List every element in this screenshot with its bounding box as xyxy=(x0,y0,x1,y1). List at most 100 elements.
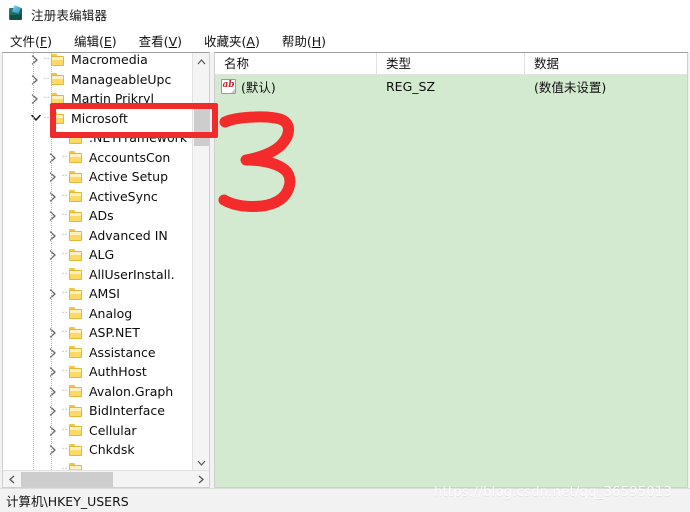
chevron-right-icon[interactable] xyxy=(45,323,61,343)
value-type-cell: REG_SZ xyxy=(386,78,436,94)
tree-vertical-scroll-thumb[interactable] xyxy=(194,108,209,146)
menu-item-help[interactable]: 帮助(H) xyxy=(281,30,327,51)
tree-item-microsoft[interactable]: ·· Microsoft xyxy=(3,109,193,129)
chevron-down-icon[interactable] xyxy=(27,109,43,129)
tree-item-activesync[interactable]: ·· ActiveSync xyxy=(3,187,193,207)
chevron-right-icon[interactable] xyxy=(45,284,61,304)
tree-scroll-right-button[interactable] xyxy=(192,471,209,487)
tree-item-analog[interactable]: ·· Analog xyxy=(3,304,193,324)
tree-scroll-left-button[interactable] xyxy=(3,471,20,487)
folder-icon xyxy=(50,53,66,67)
chevron-right-icon[interactable] xyxy=(45,401,61,421)
tree-connector-dash: ·· xyxy=(61,346,68,358)
folder-icon xyxy=(68,345,84,359)
menu-item-view-label: 查看( xyxy=(138,33,169,49)
tree-item-label: AuthHost xyxy=(89,364,147,379)
chevron-right-icon[interactable] xyxy=(27,89,43,109)
tree-item-alg[interactable]: ·· ALG xyxy=(3,245,193,265)
tree-item-manageableupc[interactable]: ·· ManageableUpc xyxy=(3,70,193,90)
menu-item-favorites[interactable]: 收藏夹(A) xyxy=(203,30,261,51)
menu-item-edit[interactable]: 编辑(E) xyxy=(73,30,118,51)
status-bar-path: 计算机\HKEY_USERS xyxy=(6,494,129,509)
registry-editor-window: 注册表编辑器 文件(F) 编辑(E) 查看(V) 收藏夹(A) 帮助(H) ··… xyxy=(0,0,690,512)
string-value-icon: ab xyxy=(221,78,236,94)
folder-icon xyxy=(68,248,84,262)
registry-tree-pane[interactable]: ·· Macromedia ·· ManageableUpc ·· Martin Prik… xyxy=(2,52,210,488)
chevron-right-icon[interactable] xyxy=(45,343,61,363)
menu-item-file-label: 文件( xyxy=(10,33,40,49)
tree-item-asp-net[interactable]: ·· ASP.NET xyxy=(3,323,193,343)
folder-icon xyxy=(68,228,84,242)
chevron-right-icon[interactable] xyxy=(45,421,61,441)
tree-item-label: ActiveSync xyxy=(89,188,158,204)
chevron-right-icon[interactable] xyxy=(45,362,61,382)
tree-item-macromedia[interactable]: ·· Macromedia xyxy=(3,53,193,70)
title-bar: 注册表编辑器 xyxy=(0,0,690,28)
tree-horizontal-scroll-thumb[interactable] xyxy=(21,472,113,487)
chevron-right-icon[interactable] xyxy=(27,70,43,90)
folder-icon xyxy=(68,384,84,398)
tree-item-label: Martin Prikryl xyxy=(71,91,155,106)
tree-item-amsi[interactable]: ·· AMSI xyxy=(3,284,193,304)
tree-item-cellular[interactable]: ·· Cellular xyxy=(3,421,193,441)
menu-item-file[interactable]: 文件(F) xyxy=(9,30,53,51)
tree-connector-dash: ·· xyxy=(61,288,68,300)
folder-icon xyxy=(68,326,84,340)
tree-connector-dash: ·· xyxy=(43,112,50,124)
column-header-name[interactable]: 名称 xyxy=(215,53,377,74)
registry-tree-viewport[interactable]: ·· Macromedia ·· ManageableUpc ·· Martin Prik… xyxy=(3,53,193,471)
menu-item-view[interactable]: 查看(V) xyxy=(138,30,183,51)
tree-connector-line-level1 xyxy=(33,53,34,471)
tree-scroll-down-button[interactable] xyxy=(193,454,209,471)
tree-item-avalon-graph[interactable]: ·· Avalon.Graph xyxy=(3,382,193,402)
tree-item-label: ManageableUpc xyxy=(71,71,172,87)
tree-vertical-scrollbar[interactable] xyxy=(192,53,209,471)
chevron-right-icon[interactable] xyxy=(27,53,43,70)
chevron-right-icon[interactable] xyxy=(45,382,61,402)
tree-horizontal-scrollbar[interactable] xyxy=(3,470,209,487)
tree-item-martin-prikryl[interactable]: ·· Martin Prikryl xyxy=(3,89,193,109)
folder-icon xyxy=(50,72,66,86)
tree-connector-dash: ·· xyxy=(61,132,68,144)
chevron-right-icon[interactable] xyxy=(45,440,61,460)
tree-connector-line-level2 xyxy=(51,53,52,471)
folder-icon xyxy=(68,189,84,203)
chevron-right-icon[interactable] xyxy=(45,226,61,246)
tree-connector-dash: ·· xyxy=(43,73,50,85)
tree-item-bidinterface[interactable]: ·· BidInterface xyxy=(3,401,193,421)
tree-item-assistance[interactable]: ·· Assistance xyxy=(3,343,193,363)
registry-values-pane[interactable]: 名称 类型 数据 ab (默认) REG_SZ (数值未设置) xyxy=(214,52,688,488)
chevron-right-icon[interactable] xyxy=(45,206,61,226)
menu-item-help-label: 帮助( xyxy=(281,33,312,49)
tree-item-label: Active Setup xyxy=(89,169,169,184)
tree-item-accountscon[interactable]: ·· AccountsCon xyxy=(3,148,193,168)
tree-item-label: Avalon.Graph xyxy=(89,383,174,399)
chevron-right-icon[interactable] xyxy=(45,245,61,265)
folder-icon xyxy=(68,365,84,379)
folder-icon xyxy=(50,92,66,106)
tree-item-label: Analog xyxy=(89,305,133,321)
folder-icon xyxy=(68,131,84,145)
tree-connector-dash: ·· xyxy=(61,229,68,241)
tree-connector-dash: ·· xyxy=(61,190,68,202)
tree-scroll-up-button[interactable] xyxy=(193,53,209,70)
tree-item-advanced-in[interactable]: ·· Advanced IN xyxy=(3,226,193,246)
tree-item-netframework[interactable]: ·· .NETFramework xyxy=(3,128,193,148)
table-row[interactable]: ab (默认) REG_SZ (数值未设置) xyxy=(215,75,687,97)
chevron-right-icon[interactable] xyxy=(45,167,61,187)
tree-expander-spacer xyxy=(45,128,61,148)
folder-icon xyxy=(68,443,84,457)
column-header-type[interactable]: 类型 xyxy=(377,53,525,74)
tree-item-alluserinstall[interactable]: ·· AllUserInstall. xyxy=(3,265,193,285)
chevron-right-icon[interactable] xyxy=(45,187,61,207)
status-bar: 计算机\HKEY_USERS xyxy=(0,488,690,512)
tree-connector-dash: ·· xyxy=(61,268,68,280)
tree-connector-dash: ·· xyxy=(61,444,68,456)
column-header-data[interactable]: 数据 xyxy=(525,53,687,74)
tree-expander-spacer xyxy=(45,304,61,324)
tree-item-authhost[interactable]: ·· AuthHost xyxy=(3,362,193,382)
tree-item-chkdsk[interactable]: ·· Chkdsk xyxy=(3,440,193,460)
tree-item-active-setup[interactable]: ·· Active Setup xyxy=(3,167,193,187)
tree-item-ads[interactable]: ·· ADs xyxy=(3,206,193,226)
chevron-right-icon[interactable] xyxy=(45,148,61,168)
